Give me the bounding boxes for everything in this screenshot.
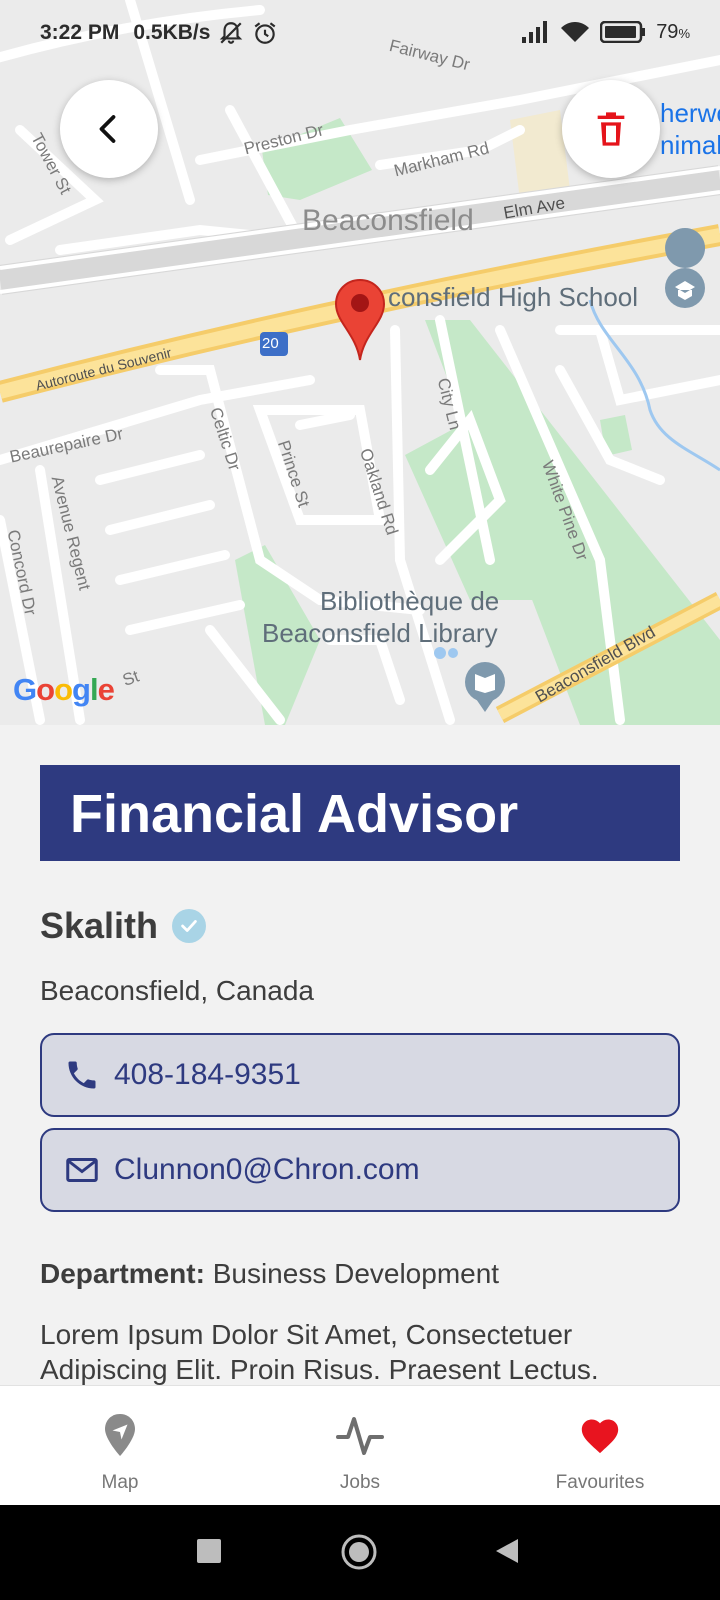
heart-icon (581, 1419, 619, 1454)
bell-off-icon (220, 22, 243, 44)
map-label-town: Beaconsfield (302, 204, 474, 237)
map-pin-icon (105, 1414, 135, 1456)
email-button[interactable]: Clunnon0@Chron.com (40, 1128, 680, 1212)
nav-favourites-label: Favourites (555, 1472, 645, 1493)
verified-badge-icon (172, 909, 207, 943)
battery-unit: % (678, 25, 690, 41)
nav-jobs[interactable]: Jobs (260, 1386, 460, 1506)
phone-button[interactable]: 408-184-9351 (40, 1033, 680, 1117)
job-title: Financial Advisor (70, 784, 519, 844)
home-circle-icon[interactable] (340, 1533, 378, 1571)
mail-icon (66, 1158, 98, 1182)
status-left: 3:22 PM 0.5KB/s (40, 20, 278, 46)
recents-square-icon[interactable] (196, 1538, 222, 1564)
status-bar: 3:22 PM 0.5KB/s 79% (0, 0, 720, 70)
google-logo-l: l (89, 672, 99, 707)
map-label-poi: nimal (660, 130, 720, 160)
map-view[interactable]: Fairway Dr Preston Dr Tower St Markham R… (0, 0, 720, 725)
nav-map-label: Map (101, 1472, 139, 1493)
phone-icon (68, 1061, 96, 1089)
map-label-school: consfield High School (388, 282, 639, 312)
nav-jobs-label: Jobs (339, 1472, 381, 1493)
job-location: Beaconsfield, Canada (40, 975, 314, 1006)
back-button[interactable] (60, 80, 158, 178)
map-label-library: Beaconsfield Library (262, 618, 498, 648)
google-logo: Google (13, 672, 115, 708)
bottom-navigation: Map Jobs Favourites (0, 1385, 720, 1505)
activity-icon (336, 1417, 384, 1455)
signal-icon (522, 21, 548, 43)
job-title-banner: Financial Advisor (40, 765, 680, 861)
chevron-left-icon (99, 115, 116, 143)
delete-button[interactable] (562, 80, 660, 178)
wifi-icon (561, 22, 590, 42)
map-label-library: Bibliothèque de (320, 586, 500, 616)
google-logo-g2: g (72, 672, 91, 707)
map-marker-pin-icon[interactable] (334, 278, 386, 362)
job-details[interactable]: Financial Advisor Skalith Beaconsfield, … (0, 725, 720, 1385)
google-logo-o1: o (36, 672, 55, 707)
alarm-icon (255, 22, 276, 44)
email-address: Clunnon0@Chron.com (114, 1153, 420, 1186)
status-right: 79% (520, 20, 690, 44)
nav-jobs-icon-wrap (335, 1410, 385, 1460)
back-triangle-icon[interactable] (494, 1537, 520, 1565)
check-icon (181, 920, 197, 932)
nav-favourites-icon-wrap (575, 1410, 625, 1460)
google-logo-o2: o (54, 672, 73, 707)
job-description: Lorem Ipsum Dolor Sit Amet, Consectetuer… (40, 1319, 599, 1385)
nav-map[interactable]: Map (20, 1386, 220, 1506)
nav-favourites[interactable]: Favourites (500, 1386, 700, 1506)
map-label-poi: herwo (660, 98, 720, 128)
google-logo-e: e (97, 672, 115, 707)
battery-percent: 79 (656, 20, 679, 43)
map-label-highway-number: 20 (262, 335, 279, 352)
battery-level: 79% (656, 21, 690, 44)
department-label: Department: (40, 1258, 205, 1289)
status-time: 3:22 PM (40, 21, 120, 44)
status-network-speed: 0.5KB/s (133, 21, 211, 44)
trash-icon (597, 112, 625, 146)
nav-map-icon-wrap (95, 1410, 145, 1460)
company-name: Skalith (40, 905, 159, 946)
phone-number: 408-184-9351 (114, 1058, 301, 1091)
google-logo-g: G (13, 672, 37, 707)
system-navigation-bar (0, 1505, 720, 1600)
department-value: Business Development (212, 1258, 500, 1289)
department: Department: Business Development (40, 1258, 499, 1290)
battery-icon (600, 21, 646, 43)
company-row: Skalith (40, 905, 207, 947)
